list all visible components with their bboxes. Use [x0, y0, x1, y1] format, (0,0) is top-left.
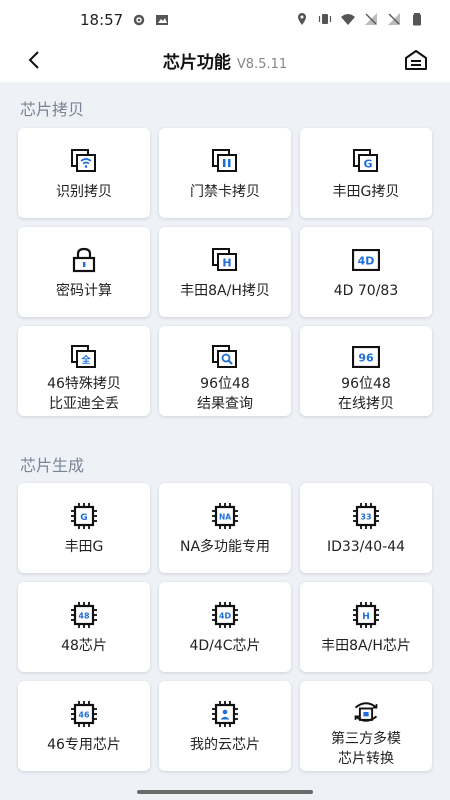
chip-copy-wifi-icon — [71, 149, 96, 172]
tile-label: 4D 70/83 — [333, 283, 399, 299]
search-copy-icon — [212, 345, 237, 368]
signal-off-icon-2 — [388, 13, 400, 25]
copy-grid: 识别拷贝 门禁卡拷贝 G 丰田G拷贝 密码计算 H 丰田8A/H拷贝 4D 4D… — [18, 128, 432, 416]
section-title-generate: 芯片生成 — [20, 456, 85, 475]
tile-label: 密码计算 — [56, 283, 112, 299]
tile-label: NA多功能专用 — [179, 539, 271, 555]
image-icon — [156, 15, 168, 25]
wifi-icon — [341, 14, 355, 25]
tile-toyota-h-copy[interactable]: H 丰田8A/H拷贝 — [159, 227, 291, 317]
tile-4d-4c-chip[interactable]: 4D 4D/4C芯片 — [159, 582, 291, 672]
tile-46-chip[interactable]: 46 46专用芯片 — [18, 681, 150, 771]
tile-label: 96位48 在线拷贝 — [338, 376, 394, 412]
chip-46-icon: 46 — [71, 701, 97, 727]
page-title: 芯片功能 — [162, 53, 231, 73]
tile-cloud-chip[interactable]: 我的云芯片 — [159, 681, 291, 771]
svg-text:96: 96 — [358, 352, 374, 365]
home-icon — [405, 50, 427, 70]
tile-label: 4D/4C芯片 — [189, 638, 261, 654]
tile-label: 96位48 结果查询 — [197, 376, 253, 412]
version-label: V8.5.11 — [236, 57, 288, 72]
chip-4d-icon: 4D — [212, 602, 238, 628]
signal-off-icon — [365, 13, 377, 25]
svg-text:4D: 4D — [219, 612, 232, 621]
tile-label: 我的云芯片 — [190, 737, 260, 753]
gesture-nav-bar — [0, 786, 450, 800]
status-bar: 18:57 — [0, 0, 450, 40]
tile-label: 46专用芯片 — [47, 737, 121, 753]
svg-text:NA: NA — [219, 513, 231, 522]
generate-grid: G 丰田G NA NA多功能专用 33 ID33/40-44 48 48芯片 4… — [18, 483, 432, 771]
vibrate-icon — [318, 14, 332, 24]
tile-access-card-copy[interactable]: 门禁卡拷贝 — [159, 128, 291, 218]
tile-label: ID33/40-44 — [326, 539, 406, 555]
tile-label: 48芯片 — [61, 638, 107, 654]
location-icon — [298, 13, 306, 25]
svg-text:33: 33 — [360, 513, 371, 522]
app-header: 芯片功能 V8.5.11 — [0, 40, 450, 82]
tile-third-party-convert[interactable]: 第三方多模 芯片转换 — [300, 681, 432, 771]
chip-33-icon: 33 — [353, 503, 379, 529]
chip-g-icon: G — [71, 503, 97, 529]
chip-cloud-icon — [212, 701, 238, 727]
svg-text:G: G — [363, 158, 372, 171]
46-special-copy-icon: 全 — [71, 345, 96, 368]
tile-id33-40-44[interactable]: 33 ID33/40-44 — [300, 483, 432, 573]
svg-text:H: H — [222, 257, 231, 270]
lock-icon — [72, 247, 96, 273]
tile-toyota-g[interactable]: G 丰田G — [18, 483, 150, 573]
chip-h-icon: H — [353, 602, 379, 628]
tile-48-chip[interactable]: 48 48芯片 — [18, 582, 150, 672]
home-gesture-pill[interactable] — [137, 790, 313, 794]
access-card-copy-icon — [212, 149, 237, 172]
chip-convert-icon — [354, 702, 378, 722]
tile-4d-70-83[interactable]: 4D 4D 70/83 — [300, 227, 432, 317]
tile-46-special-copy[interactable]: 全 46特殊拷贝 比亚迪全丢 — [18, 326, 150, 416]
svg-text:46: 46 — [78, 711, 90, 720]
tile-label: 46特殊拷贝 比亚迪全丢 — [47, 376, 121, 412]
home-button[interactable] — [402, 46, 430, 74]
4d-icon: 4D — [352, 249, 380, 271]
tile-label: 丰田G — [64, 539, 104, 555]
chip-na-icon: NA — [212, 503, 238, 529]
tile-password-calc[interactable]: 密码计算 — [18, 227, 150, 317]
tile-label: 第三方多模 芯片转换 — [331, 731, 401, 767]
svg-text:G: G — [80, 513, 87, 523]
content-area: 芯片拷贝 识别拷贝 门禁卡拷贝 G 丰田G拷贝 密码计算 H 丰田8A/H拷贝 … — [0, 82, 450, 786]
tile-label: 识别拷贝 — [56, 184, 112, 200]
svg-text:4D: 4D — [358, 255, 375, 268]
svg-text:48: 48 — [78, 612, 90, 621]
tile-toyota-h-chip[interactable]: H 丰田8A/H芯片 — [300, 582, 432, 672]
tile-na-multifunction[interactable]: NA NA多功能专用 — [159, 483, 291, 573]
tile-96-48-online-copy[interactable]: 96 96位48 在线拷贝 — [300, 326, 432, 416]
toyota-g-copy-icon: G — [353, 149, 378, 172]
tile-identify-copy[interactable]: 识别拷贝 — [18, 128, 150, 218]
tile-toyota-g-copy[interactable]: G 丰田G拷贝 — [300, 128, 432, 218]
settings-icon — [133, 14, 145, 26]
section-title-copy: 芯片拷贝 — [20, 100, 85, 119]
tile-label: 丰田8A/H芯片 — [321, 638, 411, 654]
96-icon: 96 — [352, 346, 380, 368]
toyota-h-copy-icon: H — [212, 248, 237, 271]
tile-96-48-result-query[interactable]: 96位48 结果查询 — [159, 326, 291, 416]
battery-icon — [413, 13, 421, 26]
status-time: 18:57 — [80, 11, 124, 29]
tile-label: 丰田8A/H拷贝 — [180, 283, 270, 299]
chip-48-icon: 48 — [71, 602, 97, 628]
svg-text:H: H — [362, 612, 370, 622]
svg-text:全: 全 — [80, 354, 91, 366]
tile-label: 丰田G拷贝 — [332, 184, 400, 200]
tile-label: 门禁卡拷贝 — [190, 184, 260, 200]
